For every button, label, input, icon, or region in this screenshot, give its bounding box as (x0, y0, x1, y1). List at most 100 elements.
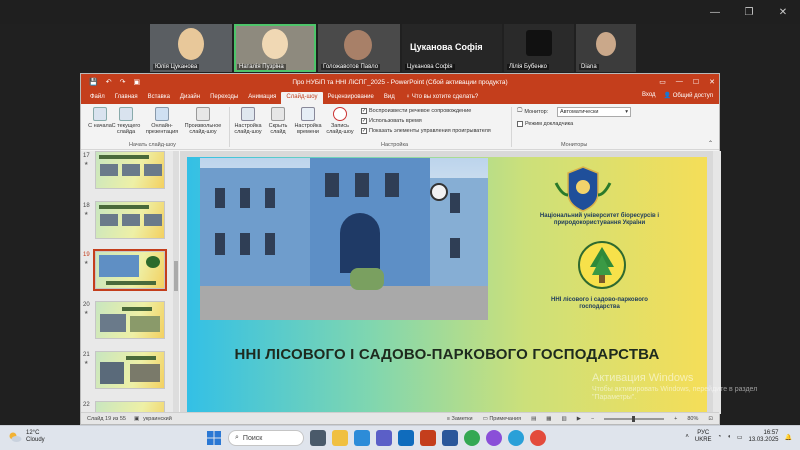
building-photo[interactable] (200, 158, 488, 320)
wifi-icon[interactable]: ◔ (718, 434, 722, 440)
outlook-icon[interactable] (398, 430, 414, 446)
scrollbar-thumb[interactable] (174, 261, 178, 291)
word-icon[interactable] (442, 430, 458, 446)
spellcheck-icon[interactable]: ▣ (134, 416, 139, 422)
tab-slideshow[interactable]: Слайд-шоу (281, 92, 323, 104)
telegram-icon[interactable] (508, 430, 524, 446)
reading-view-icon[interactable]: ▥ (562, 416, 567, 422)
undo-icon[interactable]: ↶ (106, 78, 112, 86)
present-icon[interactable]: ▣ (133, 78, 140, 86)
custom-show-button[interactable]: Произвольное слайд-шоу (181, 107, 225, 135)
presenter-view-label: Режим докладчика (525, 121, 574, 127)
tab-insert[interactable]: Вставка (143, 92, 175, 104)
tab-transitions[interactable]: Переходы (205, 92, 243, 104)
hide-slide-button[interactable]: Скрыть слайд (261, 107, 295, 135)
fit-slide-icon[interactable]: ⊡ (708, 416, 713, 422)
clock[interactable]: 16:57 13.03.2025 (748, 430, 778, 444)
checkbox-checked-icon: ✓ (361, 128, 367, 134)
close-icon[interactable]: ✕ (766, 0, 800, 24)
stopwatch-icon (301, 107, 315, 121)
tell-me-box[interactable]: ♀ Что вы хотите сделать? (406, 92, 479, 104)
thumbnails-scrollbar[interactable] (173, 151, 179, 414)
minimize-icon[interactable]: — (698, 0, 732, 24)
maximize-icon[interactable]: ☐ (693, 78, 699, 86)
restore-icon[interactable]: ❐ (732, 0, 766, 24)
viber-icon[interactable] (486, 430, 502, 446)
setup-slideshow-button[interactable]: Настройка слайд-шоу (231, 107, 265, 135)
participant-tile[interactable]: Diana (576, 24, 636, 72)
chrome-icon[interactable] (464, 430, 480, 446)
powerpoint-icon[interactable] (420, 430, 436, 446)
participant-name-large: Цуканова Софія (410, 42, 483, 52)
rehearse-timings-button[interactable]: Настройка времени (291, 107, 325, 135)
browser-icon[interactable] (530, 430, 546, 446)
notes-button[interactable]: ≡ Заметки (447, 416, 473, 422)
comments-button[interactable]: ▭ Примечания (483, 416, 522, 422)
teams-icon[interactable] (376, 430, 392, 446)
participant-tile[interactable]: Цуканова Софія Цуканова Софія (402, 24, 502, 72)
thumb-picture (130, 316, 160, 332)
tab-review[interactable]: Рецензирование (323, 92, 379, 104)
ribbon-options-icon[interactable]: ▭ (659, 78, 666, 86)
presenter-view-checkbox[interactable]: Режим докладчика (517, 121, 573, 127)
narration-checkbox[interactable]: ✓ Воспроизвести речевое сопровождение (361, 108, 471, 114)
slide-thumbnail[interactable] (95, 301, 165, 339)
notifications-icon[interactable]: 🔔 (785, 434, 792, 441)
tab-animations[interactable]: Анимация (243, 92, 281, 104)
search-icon: ⌕ (235, 434, 239, 441)
checkbox-checked-icon: ✓ (361, 108, 367, 114)
controls-checkbox[interactable]: ✓ Показать элементы управления проигрыва… (361, 128, 491, 134)
controls-label: Показать элементы управления проигрывате… (369, 128, 491, 134)
language-switcher[interactable]: РУС UKRE (695, 430, 712, 444)
sign-in-link[interactable]: Вход (642, 92, 656, 99)
sorter-view-icon[interactable]: ▦ (546, 416, 551, 422)
zoom-slider[interactable] (604, 415, 665, 422)
tell-me-text: Что вы хотите сделать? (411, 94, 479, 100)
share-button[interactable]: 👤 Общий доступ (664, 92, 713, 99)
tab-home[interactable]: Главная (110, 92, 143, 104)
animation-star-icon: ★ (84, 161, 89, 167)
tab-view[interactable]: Вид (379, 92, 400, 104)
monitor-select[interactable]: Автоматически ▾ (557, 107, 631, 117)
taskbar-search[interactable]: ⌕ Поиск (228, 430, 304, 446)
windows-start-icon[interactable] (206, 430, 222, 446)
slideshow-view-icon[interactable]: ▶ (577, 416, 581, 422)
chevron-up-icon[interactable]: ˄ (685, 434, 689, 440)
timings-checkbox[interactable]: ✓ Использовать время (361, 118, 422, 124)
zoom-level[interactable]: 80% (687, 416, 698, 422)
participant-avatar (526, 30, 552, 56)
zoom-out-icon[interactable]: − (591, 416, 594, 422)
slide-title[interactable]: ННІ ЛІСОВОГО І САДОВО-ПАРКОВОГО ГОСПОДАР… (217, 345, 677, 364)
minimize-icon[interactable]: — (676, 78, 683, 86)
normal-view-icon[interactable]: ▤ (531, 416, 536, 422)
language-indicator[interactable]: украинский (143, 416, 172, 422)
file-explorer-icon[interactable] (332, 430, 348, 446)
participant-tile-active-speaker[interactable]: Наталія Пузріна (234, 24, 316, 72)
slide-thumbnail-selected[interactable] (93, 249, 167, 291)
task-view-icon[interactable] (310, 430, 326, 446)
present-online-button[interactable]: Онлайн-презентация (143, 107, 181, 135)
weather-widget[interactable]: 12°C Cloudy (8, 430, 45, 444)
tab-design[interactable]: Дизайн (175, 92, 205, 104)
participant-tile[interactable]: Лілія Бубенко (504, 24, 574, 72)
from-current-button[interactable]: С текущего слайда (109, 107, 143, 135)
slide-thumbnail[interactable] (95, 201, 165, 239)
monitor-value: Автоматически (560, 109, 599, 115)
tab-file[interactable]: Файл (85, 92, 110, 104)
record-slideshow-button[interactable]: Запись слайд-шоу (323, 107, 357, 135)
save-icon[interactable]: 💾 (89, 78, 98, 86)
slide-thumbnail[interactable] (95, 351, 165, 389)
slide-thumbnail[interactable] (95, 151, 165, 189)
meeting-toolbar: — ❐ ✕ (0, 0, 800, 24)
battery-icon[interactable]: ▭ (737, 434, 743, 441)
edge-icon[interactable] (354, 430, 370, 446)
slide-number: 20 (83, 302, 90, 308)
close-icon[interactable]: ✕ (709, 78, 715, 86)
redo-icon[interactable]: ↷ (120, 78, 126, 86)
collapse-ribbon-icon[interactable]: ⌃ (708, 140, 713, 147)
volume-icon[interactable]: ◖ (727, 434, 731, 440)
zoom-in-icon[interactable]: + (674, 416, 677, 422)
participant-tile[interactable]: Юлія Цуканова (150, 24, 232, 72)
participant-tile[interactable]: Голожавотов Павло (318, 24, 400, 72)
participant-name: Цуканова Софія (405, 64, 455, 70)
